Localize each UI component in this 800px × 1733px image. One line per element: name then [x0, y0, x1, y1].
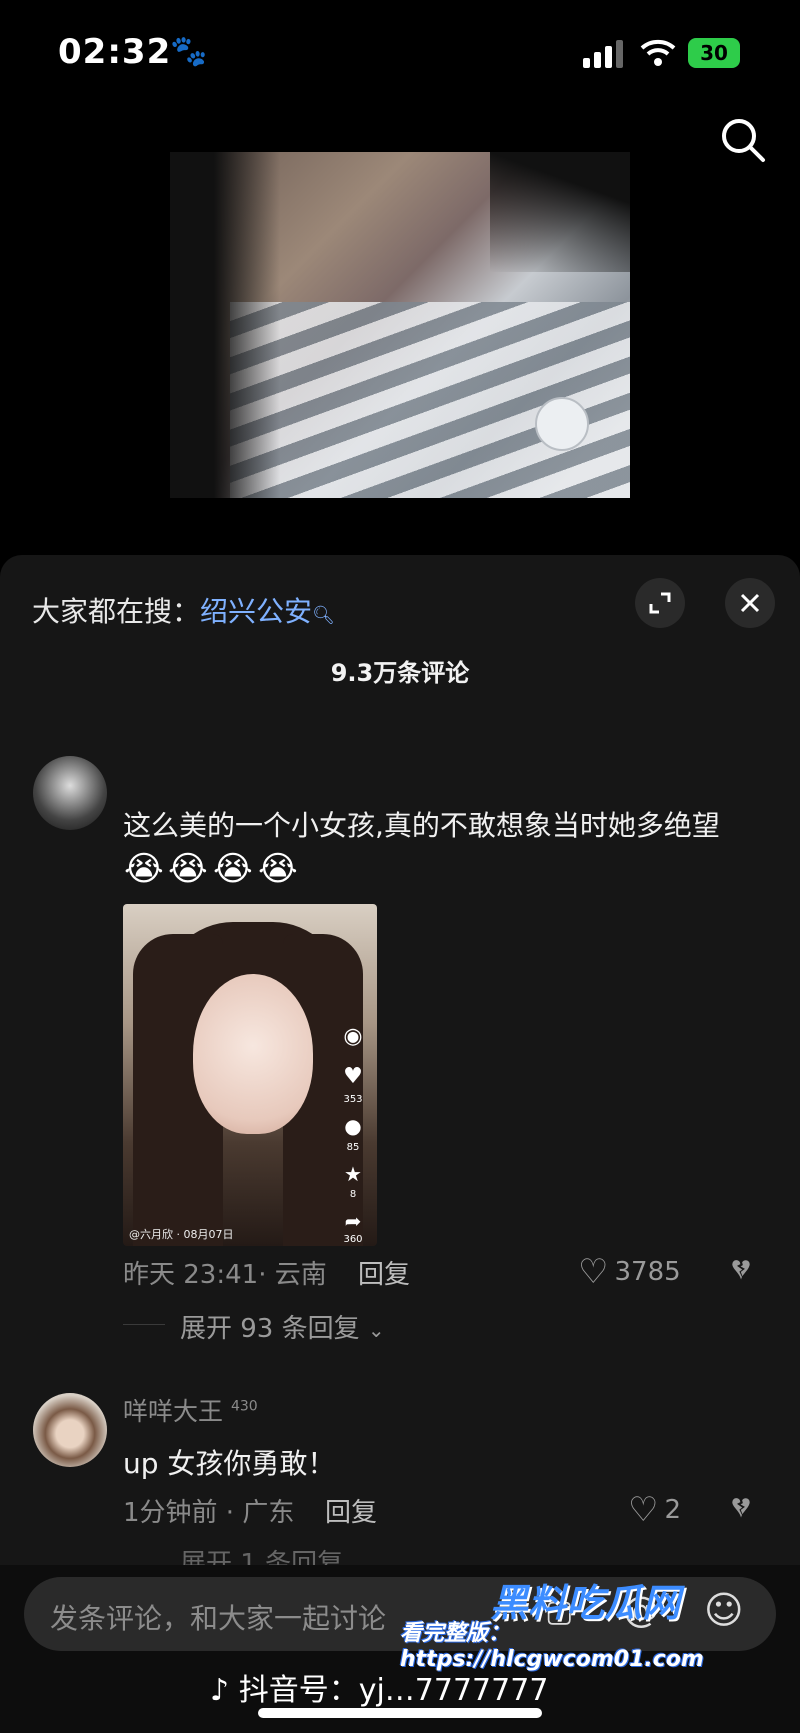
comments-panel: [0, 555, 800, 1733]
reply-button[interactable]: 回复: [358, 1254, 410, 1291]
chevron-down-icon: ⌄: [367, 1318, 385, 1342]
shirt-button: [535, 397, 589, 451]
signal-icon: [583, 40, 627, 68]
close-icon: [740, 593, 760, 613]
username[interactable]: 咩咩大王 430: [123, 1392, 258, 1428]
image-watermark: @六月欣 · 08月07日: [129, 1228, 234, 1241]
like-button[interactable]: ♡ 2: [628, 1490, 681, 1530]
comment-text: up 女孩你勇敢！: [123, 1447, 336, 1480]
crying-emoji: 😭: [213, 849, 253, 889]
heart-icon: ♥: [343, 1064, 363, 1089]
like-count: 353: [343, 1094, 363, 1105]
user-badge: 430: [230, 1398, 258, 1415]
home-indicator[interactable]: [258, 1708, 542, 1718]
comment-count: 85: [346, 1142, 360, 1153]
hair-shape: [170, 152, 280, 498]
comment-icon: ●: [344, 1114, 362, 1138]
face-shape: [193, 974, 313, 1134]
share-count: 360: [343, 1234, 363, 1245]
expand-replies-label: 展开 93 条回复: [180, 1314, 360, 1344]
expand-replies[interactable]: 展开 93 条回复 ⌄: [180, 1308, 385, 1345]
expand-icon: [649, 592, 671, 614]
comment-input-placeholder: 发条评论，和大家一起讨论: [50, 1602, 387, 1635]
expand-button[interactable]: [635, 578, 685, 628]
crying-emoji: 😭: [124, 849, 164, 889]
hot-search-term[interactable]: 绍兴公安: [200, 595, 312, 628]
like-count: 3785: [614, 1257, 681, 1287]
douyin-logo-icon: ♪: [210, 1673, 230, 1708]
post-image[interactable]: [170, 152, 630, 498]
douyin-id-text: 抖音号：yj…7777777: [238, 1673, 549, 1708]
share-icon: ➦: [344, 1209, 362, 1233]
crying-emoji: 😭: [258, 849, 298, 889]
paw-icon: 🐾: [170, 34, 208, 69]
search-icon[interactable]: [718, 115, 768, 165]
douyin-id: ♪ 抖音号：yj…7777777: [210, 1665, 548, 1709]
comment-image[interactable]: ◉ ♥ 353 ● 85 ★ 8 ➦ 360 @六月欣 · 08月07日: [123, 904, 377, 1246]
reply-button[interactable]: 回复: [325, 1492, 377, 1529]
broken-heart-icon: 💔︎: [732, 1252, 750, 1287]
hot-search-prefix: 大家都在搜：: [32, 595, 201, 628]
fav-count: 8: [349, 1189, 357, 1200]
avatar-small-icon: ◉: [343, 1024, 363, 1049]
avatar[interactable]: [33, 756, 107, 830]
broken-heart-icon: 💔︎: [732, 1490, 750, 1525]
like-button[interactable]: ♡ 3785: [578, 1252, 681, 1292]
hot-search-banner[interactable]: 大家都在搜：绍兴公安🔍︎: [32, 590, 335, 630]
comments-count: 9.3万条评论: [330, 659, 470, 687]
close-button[interactable]: [725, 578, 775, 628]
comment-meta: 1分钟前 · 广东: [123, 1498, 295, 1528]
comment-meta: 昨天 23:41· 云南: [123, 1260, 327, 1290]
status-bar: 02:32 🐾 30: [0, 0, 800, 100]
comment-text: 这么美的一个小女孩,真的不敢想象当时她多绝望: [123, 809, 720, 842]
hair-shape: [490, 152, 630, 272]
wifi-icon: [640, 39, 676, 66]
heart-outline-icon: ♡: [628, 1490, 659, 1530]
status-time: 02:32: [58, 32, 172, 72]
heart-outline-icon: ♡: [578, 1252, 609, 1292]
search-small-icon: 🔍︎: [312, 605, 335, 626]
like-count: 2: [664, 1495, 682, 1525]
username-text: 咩咩大王: [123, 1397, 224, 1426]
battery-indicator: 30: [688, 38, 740, 68]
crying-emoji: 😭: [168, 849, 208, 889]
avatar[interactable]: [33, 1393, 107, 1467]
dislike-button[interactable]: 💔︎: [732, 1490, 750, 1525]
divider: [123, 1324, 165, 1325]
dislike-button[interactable]: 💔︎: [732, 1252, 750, 1287]
star-icon: ★: [344, 1162, 362, 1186]
url-watermark: 看完整版：https://hlcgwcom01.com: [400, 1621, 704, 1672]
